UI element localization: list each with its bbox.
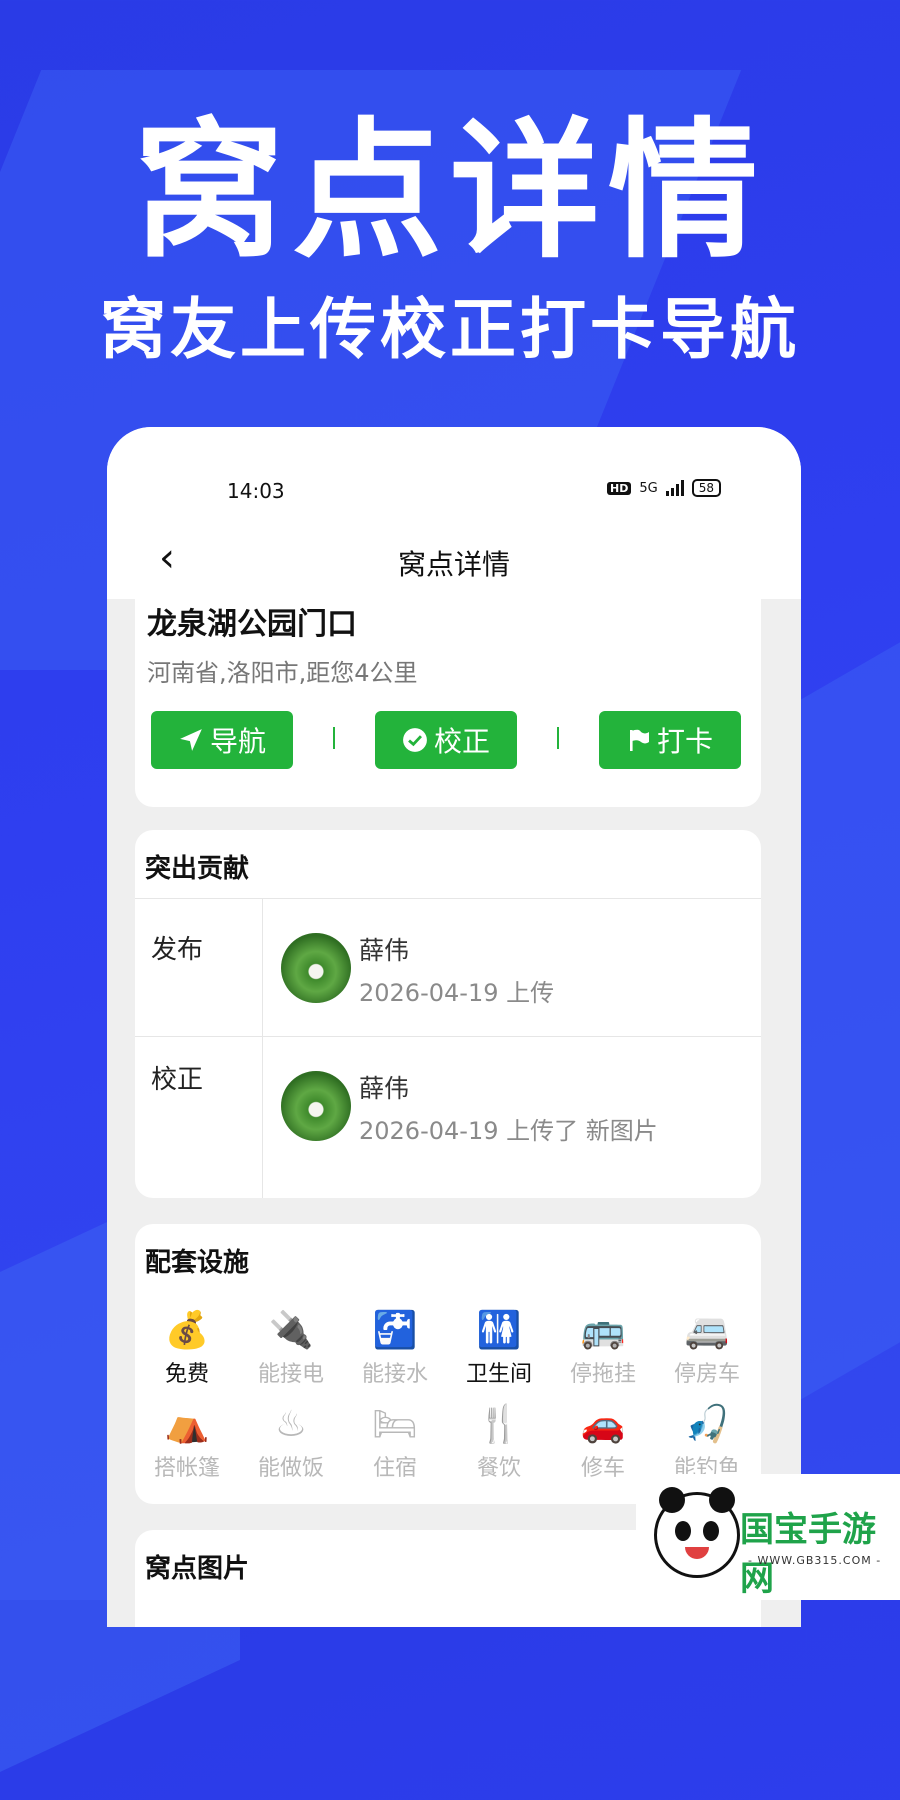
watermark: 国宝手游网 - WWW.GB315.COM - [636,1474,900,1600]
avatar[interactable] [281,933,351,1003]
contribution-desc: 2026-04-19 上传了 新图片 [359,1117,658,1145]
plug-icon: 🔌 [268,1310,314,1351]
section-title: 突出贡献 [145,854,250,884]
phone-screen: 14:03 HD 5G 58 ‹ 窝点详情 龙泉湖公园门口 河南省,洛阳市,距您… [107,427,801,1627]
section-title: 窝点图片 [145,1554,250,1584]
faucet-icon: 🚰 [372,1310,418,1351]
facility-repair[interactable]: 🚗 修车 [551,1402,655,1482]
hero-subtitle: 窝友上传校正打卡导航 [100,291,800,368]
spot-address: 河南省,洛阳市,距您4公里 [147,659,418,687]
checkin-label: 打卡 [656,725,713,758]
checkin-button[interactable]: 打卡 [599,711,741,769]
car-icon: 🚗 [580,1404,626,1445]
row-label: 发布 [151,935,204,965]
facility-restroom[interactable]: 🚻 卫生间 [447,1308,551,1388]
user-name[interactable]: 薛伟 [359,931,409,967]
check-circle-icon [403,728,427,752]
facility-tent[interactable]: ⛺ 搭帐篷 [135,1402,239,1482]
contribution-desc: 2026-04-19 上传 [359,979,555,1007]
spot-name: 龙泉湖公园门口 [147,607,357,642]
user-name[interactable]: 薛伟 [359,1069,409,1105]
status-bar: 14:03 HD 5G 58 [107,427,801,527]
send-icon [180,729,202,751]
money-bag-icon: 💰 [164,1310,210,1351]
hero-title: 窝点详情 [133,105,766,279]
row-label: 校正 [151,1065,204,1095]
correct-button[interactable]: 校正 [375,711,517,769]
spot-info-card: 龙泉湖公园门口 河南省,洛阳市,距您4公里 导航 校正 打卡 [135,587,761,807]
avatar[interactable] [281,1071,351,1141]
rv-icon: 🚐 [684,1310,730,1351]
watermark-name: 国宝手游网 [740,1510,876,1599]
flag-icon [629,729,649,751]
fishing-icon: 🎣 [684,1404,730,1445]
utensils-icon: 🍴 [476,1404,522,1445]
trailer-icon: 🚌 [580,1310,626,1351]
status-time: 14:03 [227,479,285,503]
table-row: 校正 薛伟 2026-04-19 上传了 新图片 [135,1037,761,1198]
navigate-button[interactable]: 导航 [151,711,293,769]
hd-icon: HD [607,481,632,495]
status-icons: HD 5G 58 [607,479,721,497]
facility-cooking[interactable]: ♨ 能做饭 [239,1402,343,1482]
facility-trailer[interactable]: 🚌 停拖挂 [551,1308,655,1388]
contribution-card: 突出贡献 发布 薛伟 2026-04-19 上传 校正 薛伟 2026-04-1… [135,830,761,1198]
restroom-icon: 🚻 [476,1310,522,1351]
pot-icon: ♨ [274,1404,308,1445]
panda-logo-icon [654,1487,740,1578]
divider [333,727,335,749]
network-label: 5G [639,480,658,496]
facilities-card: 配套设施 💰 免费 🔌 能接电 🚰 能接水 🚻 卫生间 🚌 停拖挂 🚐 停房车 … [135,1224,761,1504]
facility-water[interactable]: 🚰 能接水 [343,1308,447,1388]
watermark-url: - WWW.GB315.COM - [748,1554,882,1567]
facility-fishing[interactable]: 🎣 能钓鱼 [655,1402,759,1482]
facility-rv[interactable]: 🚐 停房车 [655,1308,759,1388]
section-title: 配套设施 [145,1248,250,1278]
page-title: 窝点详情 [397,548,510,581]
facility-lodging[interactable]: 🛏 住宿 [343,1402,447,1482]
divider [557,727,559,749]
facility-power[interactable]: 🔌 能接电 [239,1308,343,1388]
table-row: 发布 薛伟 2026-04-19 上传 [135,899,761,1037]
facility-free[interactable]: 💰 免费 [135,1308,239,1388]
navigate-label: 导航 [209,725,266,758]
facility-dining[interactable]: 🍴 餐饮 [447,1402,551,1482]
contribution-table: 发布 薛伟 2026-04-19 上传 校正 薛伟 2026-04-19 上传了… [135,898,761,1199]
tent-icon: ⛺ [164,1404,210,1445]
bed-icon: 🛏 [372,1404,418,1445]
action-row: 导航 校正 打卡 [151,711,745,771]
battery-icon: 58 [691,479,721,497]
correct-label: 校正 [433,725,490,758]
signal-icon [665,480,684,496]
